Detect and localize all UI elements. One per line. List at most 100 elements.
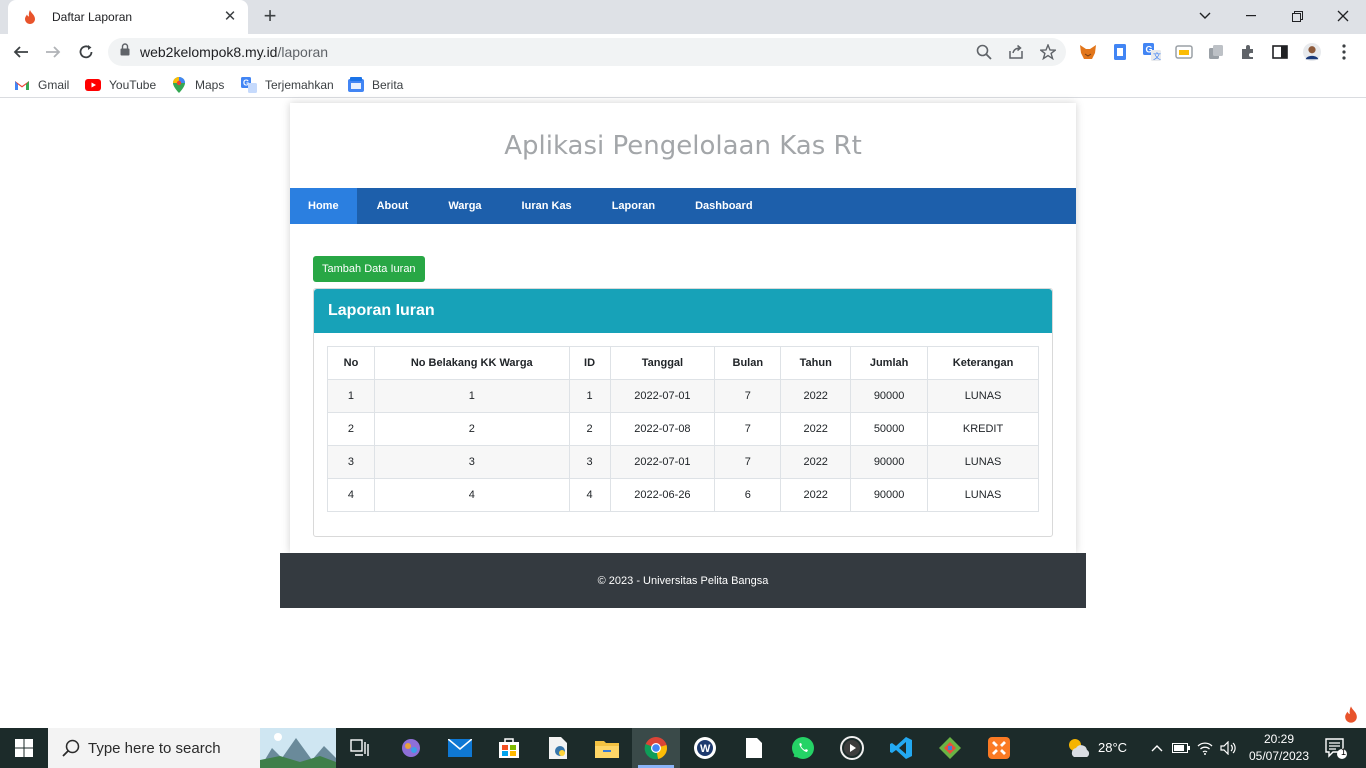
gmail-icon — [14, 77, 30, 93]
bookmark-youtube[interactable]: YouTube — [85, 76, 156, 94]
notification-center-icon[interactable]: 1 — [1322, 734, 1350, 762]
microsoft-store-icon[interactable] — [495, 734, 523, 762]
mail-icon[interactable] — [446, 734, 474, 762]
media-player-icon[interactable] — [838, 734, 866, 762]
screenshot-extension-icon[interactable] — [1175, 43, 1193, 61]
new-tab-button[interactable]: + — [258, 5, 282, 29]
bookmark-star-icon[interactable] — [1038, 43, 1058, 61]
windows-logo-icon — [15, 739, 33, 757]
bookmark-berita[interactable]: Berita — [348, 76, 403, 94]
extensions-puzzle-icon[interactable] — [1239, 43, 1257, 61]
address-bar[interactable]: web2kelompok8.my.id/laporan — [108, 38, 1066, 66]
file-python-icon[interactable] — [544, 734, 572, 762]
tab-title: Daftar Laporan — [52, 10, 133, 24]
browser-tab[interactable]: Daftar Laporan ✕ — [8, 0, 248, 34]
temperature-text: 28°C — [1098, 740, 1128, 755]
battery-icon[interactable] — [1170, 734, 1192, 762]
copy-extension-icon[interactable] — [1207, 43, 1225, 61]
main-navbar: Home About Warga Iuran Kas Laporan Dashb… — [290, 188, 1076, 224]
nav-about[interactable]: About — [357, 188, 429, 224]
table-cell: 3 — [373, 445, 570, 479]
lock-icon[interactable] — [120, 43, 130, 61]
table-row: 4 4 4 2022-06-26 6 2022 90000 LUNAS — [327, 478, 1039, 512]
card-title: Laporan Iuran — [314, 289, 1052, 333]
nav-home[interactable]: Home — [290, 188, 357, 224]
share-icon[interactable] — [1008, 44, 1024, 60]
bookmark-maps[interactable]: Maps — [171, 76, 224, 94]
svg-text:W: W — [700, 743, 711, 755]
app-w-icon[interactable]: W — [691, 734, 719, 762]
xampp-icon[interactable] — [985, 734, 1013, 762]
add-iuran-button[interactable]: Tambah Data Iuran — [313, 256, 425, 282]
column-header: Jumlah — [850, 346, 929, 380]
tab-close-icon[interactable]: ✕ — [222, 9, 238, 25]
nav-iuran-kas[interactable]: Iuran Kas — [502, 188, 592, 224]
table-cell: 7 — [714, 379, 782, 413]
report-table: No No Belakang KK Warga ID Tanggal Bulan… — [327, 346, 1039, 512]
notification-count: 1 — [1341, 747, 1347, 757]
clock[interactable]: 20:29 05/07/2023 — [1240, 731, 1318, 765]
news-icon — [348, 77, 364, 93]
vscode-icon[interactable] — [887, 734, 915, 762]
table-cell: 3 — [327, 445, 375, 479]
start-button[interactable] — [0, 728, 48, 768]
back-button[interactable] — [8, 39, 34, 65]
weather-icon[interactable] — [1065, 734, 1093, 762]
nav-laporan[interactable]: Laporan — [592, 188, 675, 224]
column-header: ID — [568, 346, 611, 380]
table-cell: 90000 — [850, 379, 929, 413]
git-tool-icon[interactable] — [936, 734, 964, 762]
table-cell: KREDIT — [927, 412, 1039, 446]
tray-chevron-up-icon[interactable] — [1146, 734, 1168, 762]
close-window-button[interactable] — [1320, 0, 1366, 32]
side-panel-icon[interactable] — [1271, 43, 1289, 61]
column-header: No Belakang KK Warga — [373, 346, 570, 380]
whatsapp-icon[interactable] — [789, 734, 817, 762]
taskbar: Type here to search W 28°C 20:29 05/07/2… — [0, 728, 1366, 768]
translate-icon: G — [241, 77, 257, 93]
task-view-icon[interactable] — [346, 734, 374, 762]
docs-extension-icon[interactable] — [1111, 43, 1129, 61]
column-header: Keterangan — [927, 346, 1039, 380]
tab-search-chevron-icon[interactable] — [1182, 0, 1228, 32]
wifi-icon[interactable] — [1194, 734, 1216, 762]
browser-toolbar: web2kelompok8.my.id/laporan G文 — [0, 34, 1366, 70]
table-cell: 4 — [568, 478, 611, 512]
table-cell: 7 — [714, 445, 782, 479]
metamask-extension-icon[interactable] — [1079, 43, 1097, 61]
reload-button[interactable] — [73, 39, 99, 65]
table-cell: LUNAS — [927, 478, 1039, 512]
column-header: Tahun — [780, 346, 852, 380]
bookmark-gmail[interactable]: Gmail — [14, 76, 69, 94]
restore-button[interactable] — [1274, 0, 1320, 32]
table-row: 1 1 1 2022-07-01 7 2022 90000 LUNAS — [327, 379, 1039, 413]
forward-button[interactable] — [40, 39, 66, 65]
app-title: Aplikasi Pengelolaan Kas Rt — [504, 131, 862, 161]
table-cell: 1 — [373, 379, 570, 413]
table-cell: 2022-07-01 — [609, 379, 716, 413]
table-cell: LUNAS — [927, 445, 1039, 479]
flame-favicon-icon — [22, 9, 38, 25]
browser-menu-icon[interactable] — [1335, 43, 1353, 61]
page-footer: © 2023 - Universitas Pelita Bangsa — [280, 553, 1086, 608]
browser-tabstrip: Daftar Laporan ✕ + — [0, 0, 1366, 34]
minimize-button[interactable] — [1228, 0, 1274, 32]
column-header: Tanggal — [609, 346, 716, 380]
nav-dashboard[interactable]: Dashboard — [675, 188, 772, 224]
bookmark-terjemahkan[interactable]: G Terjemahkan — [241, 76, 334, 94]
zoom-search-icon[interactable] — [976, 44, 992, 60]
volume-icon[interactable] — [1217, 734, 1239, 762]
snipping-tool-icon[interactable] — [397, 734, 425, 762]
table-cell: 1 — [568, 379, 611, 413]
bookmarks-bar: Gmail YouTube Maps G Terjemahkan Berita — [0, 70, 1366, 98]
file-explorer-icon[interactable] — [593, 734, 621, 762]
translate-extension-icon[interactable]: G文 — [1143, 43, 1161, 61]
clock-date: 05/07/2023 — [1248, 749, 1310, 763]
search-icon — [62, 739, 80, 757]
taskbar-search-box[interactable]: Type here to search — [48, 728, 336, 768]
chrome-icon[interactable] — [642, 734, 670, 762]
profile-avatar[interactable] — [1303, 43, 1321, 61]
nav-warga[interactable]: Warga — [428, 188, 501, 224]
blank-document-icon[interactable] — [740, 734, 768, 762]
column-header: Bulan — [714, 346, 782, 380]
